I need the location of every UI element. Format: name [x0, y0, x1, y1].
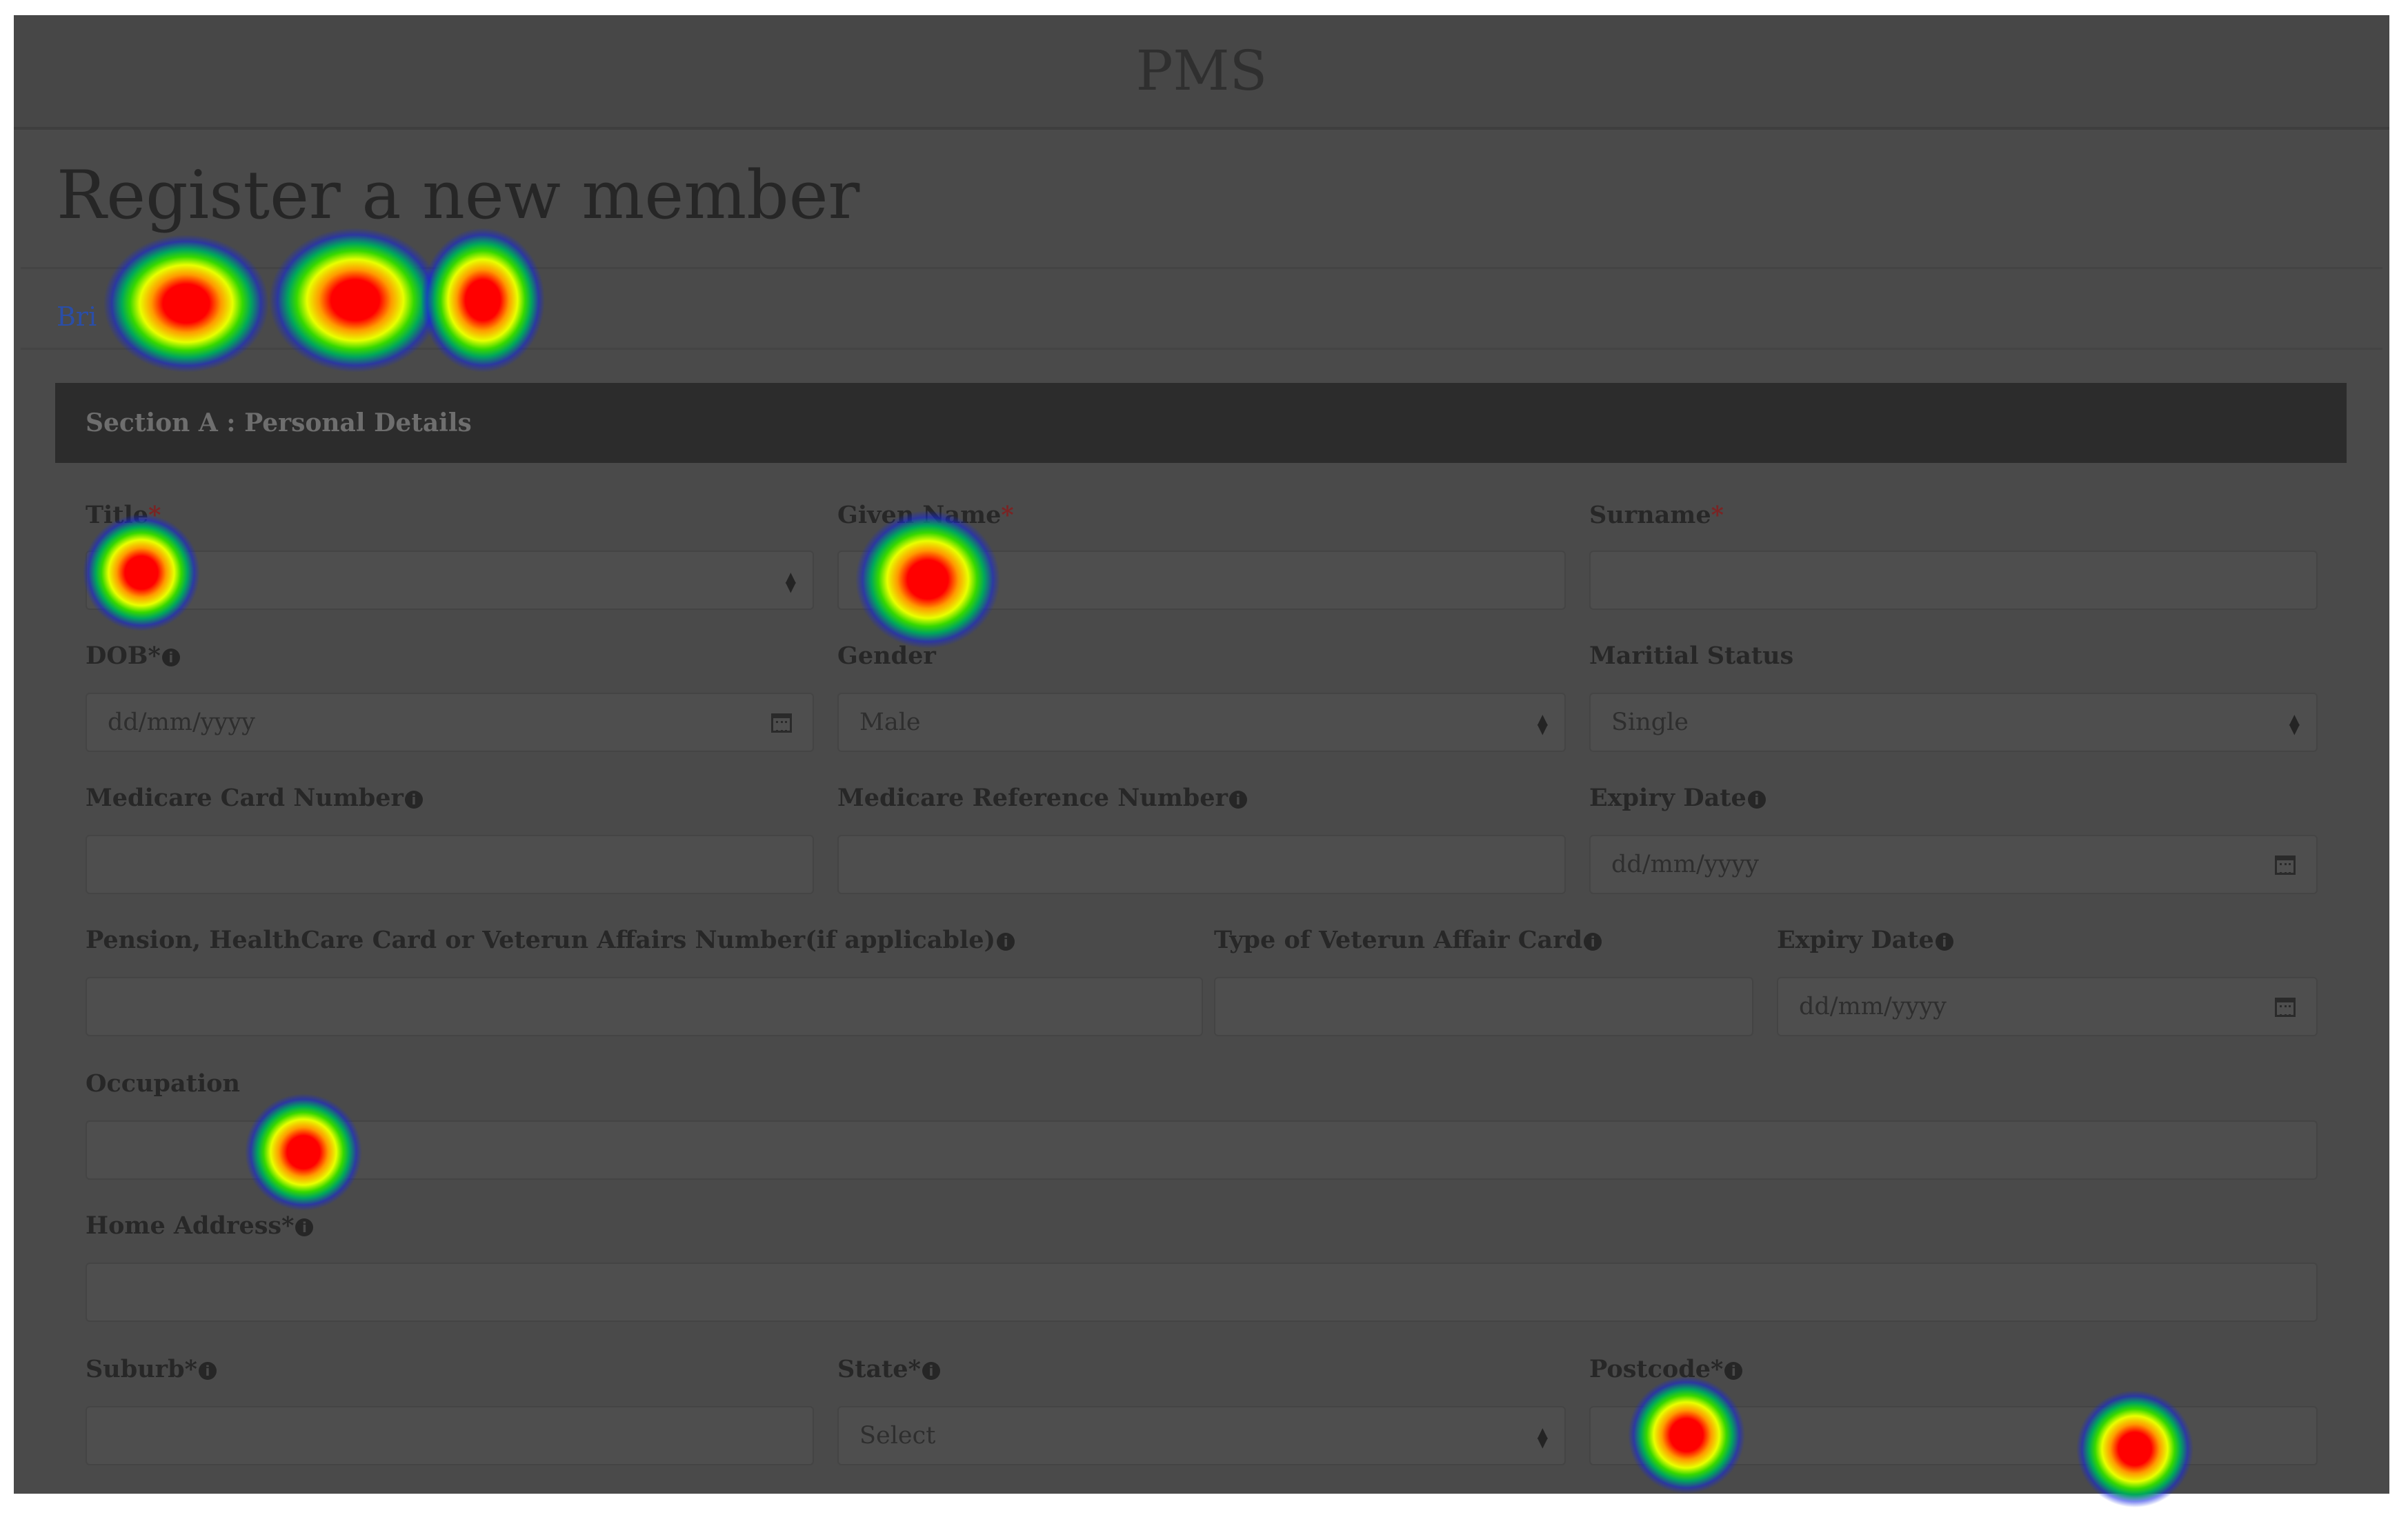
medicare-expiry-placeholder: dd/mm/yyyy — [1611, 851, 1759, 878]
occupation-input[interactable] — [86, 1120, 2318, 1180]
home-address-input[interactable] — [86, 1263, 2318, 1322]
divider — [21, 267, 2382, 269]
pension-expiry-placeholder: dd/mm/yyyy — [1799, 993, 1947, 1020]
info-circle-icon[interactable]: i — [922, 1361, 940, 1380]
medicare-reference-number-label: Medicare Reference Number i — [837, 781, 1247, 815]
postcode-input[interactable] — [1589, 1406, 2318, 1465]
info-circle-icon[interactable]: i — [404, 790, 423, 809]
info-circle-icon[interactable]: i — [1747, 790, 1766, 809]
gender-select[interactable]: Male ▲ ▼ — [837, 693, 1566, 752]
calendar-icon[interactable] — [2275, 998, 2296, 1017]
info-circle-icon[interactable]: i — [1584, 932, 1602, 951]
veteran-card-type-label: Type of Veterun Affair Card i — [1214, 923, 1602, 958]
required-marker: * — [1001, 501, 1014, 529]
pension-number-input[interactable] — [86, 977, 1203, 1036]
occupation-label: Occupation — [86, 1069, 240, 1098]
calendar-icon[interactable] — [2275, 856, 2296, 875]
pension-expiry-label: Expiry Date i — [1777, 923, 1953, 958]
medicare-expiry-label: Expiry Date i — [1589, 781, 1766, 815]
breadcrumb-link[interactable]: Bri — [57, 301, 97, 332]
page-title: Register a new member — [57, 157, 860, 234]
dob-label: DOB* i — [86, 639, 180, 673]
sort-arrows-icon: ▲ ▼ — [785, 568, 796, 595]
given-name-label: Given Name* — [837, 501, 1014, 529]
info-circle-icon[interactable]: i — [997, 932, 1015, 951]
calendar-icon[interactable] — [771, 713, 792, 733]
medicare-card-number-label: Medicare Card Number i — [86, 781, 423, 815]
app-window: PMS Register a new member Bri Section A … — [14, 15, 2389, 1494]
sort-arrows-icon: ▲ ▼ — [1537, 1423, 1548, 1450]
section-title: Section A : Personal Details — [86, 408, 472, 437]
info-circle-icon[interactable]: i — [1228, 790, 1247, 809]
divider — [21, 348, 2382, 350]
postcode-label: Postcode* i — [1589, 1352, 1743, 1387]
marital-status-value: Single — [1611, 709, 1689, 736]
medicare-card-number-input[interactable] — [86, 835, 814, 894]
veteran-card-type-input[interactable] — [1214, 977, 1753, 1036]
gender-select-value: Male — [859, 709, 921, 736]
info-circle-icon[interactable]: i — [1935, 932, 1953, 951]
info-circle-icon[interactable]: i — [198, 1361, 217, 1380]
marital-status-select[interactable]: Single ▲ ▼ — [1589, 693, 2318, 752]
app-title: PMS — [1135, 39, 1268, 103]
gender-label: Gender — [837, 642, 936, 670]
title-label: Title* — [86, 501, 161, 529]
medicare-expiry-input[interactable]: dd/mm/yyyy — [1589, 835, 2318, 894]
sort-arrows-icon: ▲ ▼ — [1537, 710, 1548, 737]
pension-number-label: Pension, HealthCare Card or Veterun Affa… — [86, 923, 1015, 958]
required-marker: * — [148, 501, 161, 529]
info-circle-icon[interactable]: i — [295, 1218, 314, 1236]
section-header: Section A : Personal Details — [55, 383, 2347, 463]
top-navbar: PMS — [14, 15, 2389, 130]
required-marker: * — [1711, 501, 1724, 529]
medicare-reference-number-input[interactable] — [837, 835, 1566, 894]
suburb-label: Suburb* i — [86, 1352, 217, 1387]
home-address-label: Home Address* i — [86, 1209, 314, 1243]
dob-placeholder: dd/mm/yyyy — [108, 709, 255, 736]
pension-expiry-input[interactable]: dd/mm/yyyy — [1777, 977, 2318, 1036]
surname-label: Surname* — [1589, 501, 1724, 529]
title-select[interactable]: ▲ ▼ — [86, 551, 814, 610]
sort-arrows-icon: ▲ ▼ — [2289, 710, 2300, 737]
info-circle-icon[interactable]: i — [1724, 1361, 1743, 1380]
surname-input[interactable] — [1589, 551, 2318, 610]
dob-input[interactable]: dd/mm/yyyy — [86, 693, 814, 752]
suburb-input[interactable] — [86, 1406, 814, 1465]
marital-status-label: Maritial Status — [1589, 642, 1794, 670]
state-select[interactable]: Select ▲ ▼ — [837, 1406, 1566, 1465]
state-label: State* i — [837, 1352, 940, 1387]
info-circle-icon[interactable]: i — [161, 648, 180, 666]
state-select-value: Select — [859, 1422, 936, 1450]
given-name-input[interactable] — [837, 551, 1566, 610]
